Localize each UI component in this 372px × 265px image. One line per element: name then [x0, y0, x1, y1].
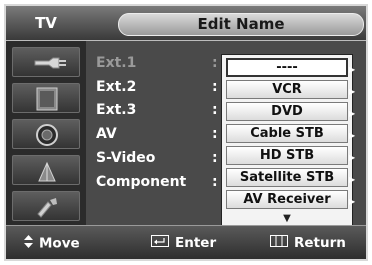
footer-hints: Move Enter Return — [6, 225, 366, 259]
tv-osd-screen: TV Edit Name Ext.1: Ext.2: Ext.3: AV … — [4, 4, 368, 261]
dropdown-option[interactable]: Satellite STB — [226, 168, 348, 187]
source-separator: : — [212, 174, 218, 190]
dropdown-option[interactable]: ---- — [226, 58, 348, 77]
source-separator: : — [212, 55, 218, 71]
dropdown-option[interactable]: DVD — [226, 102, 348, 121]
sidebar-item-sound[interactable] — [12, 119, 80, 149]
return-label: Return — [294, 235, 346, 251]
source-separator: : — [212, 126, 218, 142]
source-separator: : — [212, 79, 218, 95]
source-separator: : — [212, 150, 218, 166]
sidebar-item-setup[interactable] — [12, 191, 80, 221]
dropdown-option[interactable]: VCR — [226, 80, 348, 99]
return-hint: Return — [270, 235, 346, 251]
enter-label: Enter — [175, 235, 217, 251]
move-hint: Move — [24, 235, 80, 252]
dropdown-option[interactable]: HD STB — [226, 146, 348, 165]
source-item-ext3[interactable]: Ext.3 — [96, 102, 136, 118]
submenu-arrow-icon: ▶ — [349, 65, 356, 74]
source-item-av[interactable]: AV — [96, 126, 117, 142]
submenu-arrow-icon: ▶ — [349, 153, 356, 162]
move-label: Move — [39, 235, 80, 252]
source-item-ext2[interactable]: Ext.2 — [96, 79, 136, 95]
source-separator: : — [212, 102, 218, 118]
sidebar-item-picture[interactable] — [12, 83, 80, 113]
submenu-arrow-icon: ▶ — [349, 87, 356, 96]
source-item-ext1[interactable]: Ext.1 — [96, 55, 136, 71]
device-name-dropdown[interactable]: ---- VCR DVD Cable STB HD STB Satellite … — [221, 54, 353, 229]
submenu-arrow-icon: ▶ — [349, 131, 356, 140]
enter-icon — [151, 235, 169, 251]
scroll-down-icon[interactable]: ▼ — [226, 213, 348, 224]
title-bar: TV Edit Name — [6, 6, 366, 41]
return-icon — [270, 235, 288, 251]
submenu-arrow-icon: ▶ — [349, 109, 356, 118]
up-down-arrows-icon — [24, 235, 33, 252]
sidebar-menu — [6, 41, 86, 229]
enter-hint: Enter — [151, 235, 216, 251]
sidebar-item-input[interactable] — [12, 47, 80, 77]
sidebar-item-channel[interactable] — [12, 155, 80, 185]
dropdown-option[interactable]: Cable STB — [226, 124, 348, 143]
submenu-arrow-icon: ▶ — [349, 197, 356, 206]
dropdown-option[interactable]: AV Receiver — [226, 190, 348, 209]
tv-mode-label: TV — [35, 14, 57, 32]
source-item-s-video[interactable]: S-Video — [96, 150, 155, 166]
page-title: Edit Name — [118, 13, 364, 36]
submenu-arrow-icon: ▶ — [349, 175, 356, 184]
source-item-component[interactable]: Component — [96, 174, 186, 190]
